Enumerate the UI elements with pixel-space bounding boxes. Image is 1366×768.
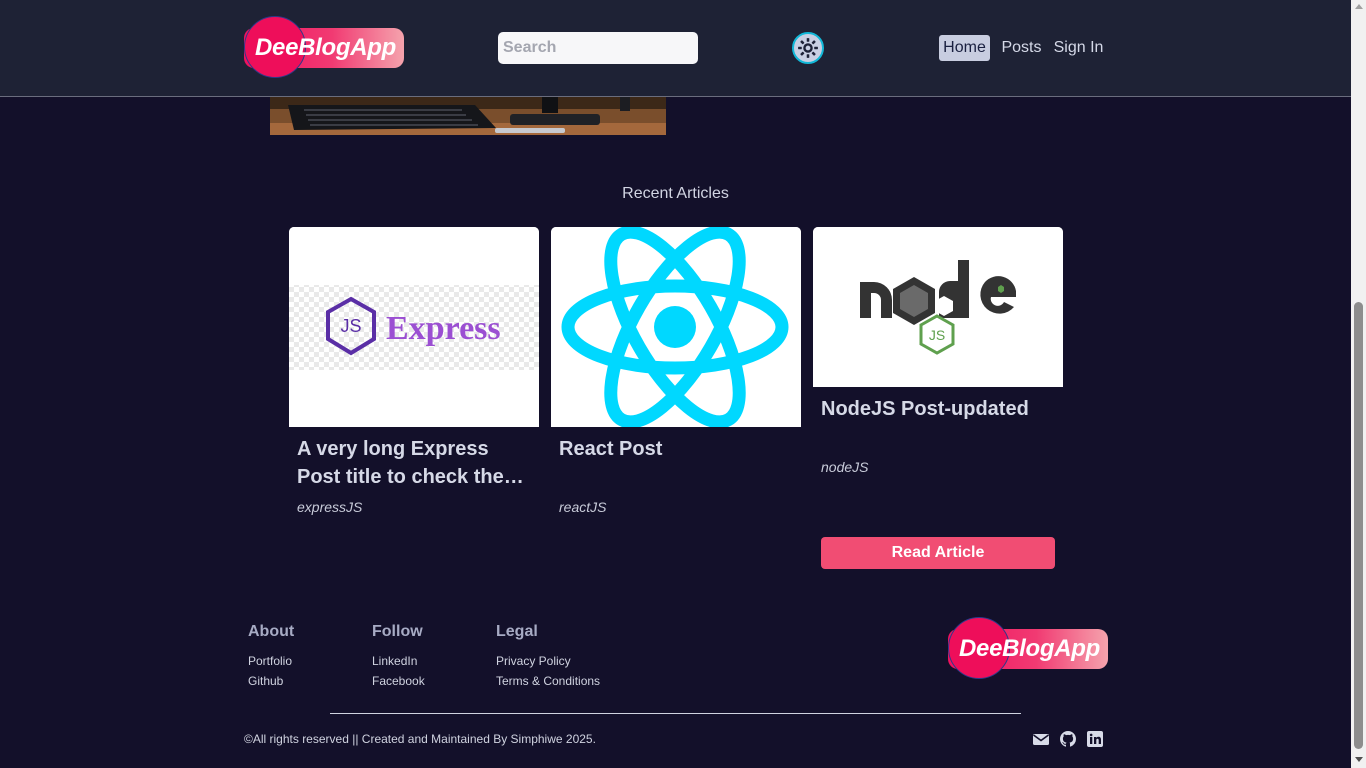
copyright-text: ©All rights reserved || Created and Main… [244,732,596,746]
footer-follow-title: Follow [372,623,423,640]
card-tag: reactJS [559,499,607,515]
react-logo-icon [551,227,801,427]
card-title[interactable]: A very long Express Post title to check … [297,435,533,491]
footer-link-linkedin[interactable]: LinkedIn [372,654,417,668]
footer-logo[interactable]: DeeBlogApp [948,617,1108,681]
express-logo-text: Express [386,310,501,347]
footer-legal-title: Legal [496,623,538,640]
footer-divider [330,713,1021,714]
logo-text: DeeBlogApp [255,34,397,61]
mail-icon[interactable] [1033,731,1049,747]
scroll-up-arrow-icon[interactable] [1355,4,1363,9]
card-image-react [551,227,801,427]
top-navbar: DeeBlogApp Home Posts Sign In [0,0,1351,97]
article-card-node[interactable]: JS NodeJS Post-updated nodeJS Read Artic… [813,227,1063,572]
scroll-down-arrow-icon[interactable] [1355,757,1363,762]
footer-link-facebook[interactable]: Facebook [372,674,425,688]
footer-about-title: About [248,623,295,640]
sun-icon [798,38,818,58]
footer-link-terms[interactable]: Terms & Conditions [496,674,600,688]
read-article-button[interactable]: Read Article [821,537,1055,569]
linkedin-icon[interactable] [1087,731,1103,747]
card-tag: expressJS [297,499,363,515]
nodejs-logo-icon: JS [813,227,1063,387]
footer-link-portfolio[interactable]: Portfolio [248,654,292,668]
search-input[interactable] [498,32,698,64]
node-js-badge: JS [929,327,945,343]
github-icon[interactable] [1060,731,1076,747]
header-logo[interactable]: DeeBlogApp [244,16,404,80]
article-card-react[interactable]: React Post reactJS [551,227,801,527]
card-image-express: JS Express [289,227,539,427]
nav-home-link[interactable]: Home [939,35,990,61]
article-card-express[interactable]: JS Express A very long Express Post titl… [289,227,539,527]
card-tag: nodeJS [821,459,869,475]
card-image-node: JS [813,227,1063,387]
card-title[interactable]: NodeJS Post-updated [821,395,1057,423]
hero-image [270,97,666,135]
nav-signin-link[interactable]: Sign In [1051,35,1106,61]
theme-toggle-button[interactable] [792,32,824,64]
express-js-badge: JS [340,316,361,336]
recent-articles-heading: Recent Articles [622,185,729,202]
footer-link-privacy[interactable]: Privacy Policy [496,654,571,668]
nav-posts-link[interactable]: Posts [999,35,1044,61]
footer-link-github[interactable]: Github [248,674,283,688]
scrollbar-thumb[interactable] [1354,302,1363,749]
card-title[interactable]: React Post [559,435,795,463]
logo-text: DeeBlogApp [959,635,1101,662]
